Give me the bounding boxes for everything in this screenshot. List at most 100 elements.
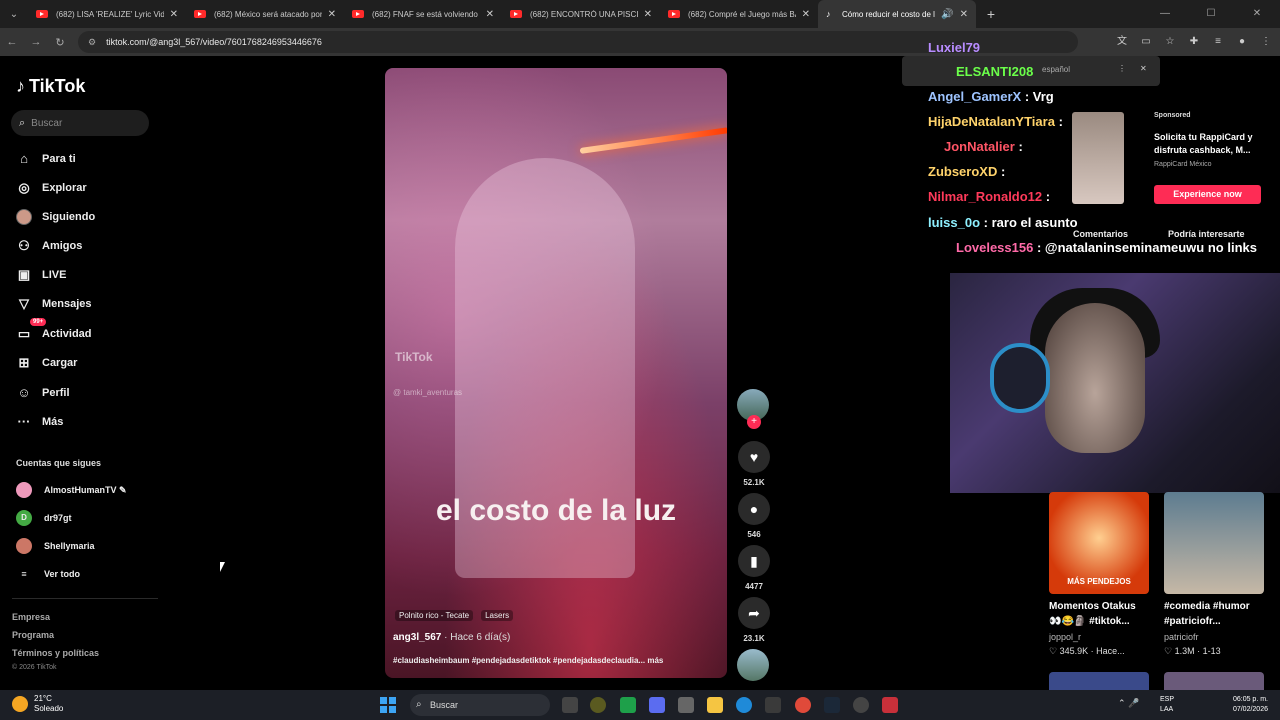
search-input[interactable]: ⌕ Buscar: [11, 110, 149, 136]
copilot-icon[interactable]: [649, 697, 665, 713]
maximize-icon[interactable]: ☐: [1188, 0, 1234, 28]
browser-tab[interactable]: (682) FNAF se está volviendo B ✕: [344, 0, 502, 28]
suggested-video-title[interactable]: #comedia #humor: [1164, 599, 1250, 614]
browser-tab-active[interactable]: ♪ Cómo reducir el costo de la 🔊 ✕: [818, 0, 976, 28]
music-disc-avatar[interactable]: [737, 649, 769, 681]
tiktok-logo[interactable]: ♪ TikTok: [16, 76, 85, 97]
footer-link[interactable]: Programa: [12, 630, 54, 640]
chat-message: HijaDeNatalanYTiara :: [928, 114, 1063, 129]
ad-thumbnail[interactable]: [1072, 112, 1124, 204]
suggested-video-thumbnail[interactable]: MÁS PENDEJOS: [1049, 492, 1149, 594]
clock[interactable]: 06:05 p. m. 07/02/2026: [1233, 695, 1268, 715]
nav-explorar[interactable]: ◎ Explorar: [16, 180, 86, 196]
suggested-video-title[interactable]: Momentos Otakus: [1049, 599, 1136, 614]
edge-icon[interactable]: [736, 697, 752, 713]
nav-perfil[interactable]: ☺ Perfil: [16, 385, 69, 400]
suggested-video-thumbnail[interactable]: [1164, 492, 1264, 594]
windows-start-icon[interactable]: [380, 697, 396, 713]
nav-amigos[interactable]: ⚇ Amigos: [16, 238, 82, 254]
menu-icon[interactable]: ⋮: [1258, 34, 1274, 50]
suggested-video-thumbnail[interactable]: [1049, 672, 1149, 690]
nav-mensajes[interactable]: ▽ Mensajes: [16, 296, 92, 312]
app-icon[interactable]: [882, 697, 898, 713]
footer-link[interactable]: Términos y políticas: [12, 648, 99, 658]
close-icon[interactable]: ✕: [1140, 64, 1147, 73]
home-icon: ⌂: [20, 151, 28, 166]
close-tab-icon[interactable]: ✕: [170, 9, 178, 20]
browser-tab-strip: ⌄ (682) LISA 'REALIZE' Lyric Video ✕ (682…: [0, 0, 1280, 28]
footer-link[interactable]: Empresa: [12, 612, 50, 622]
app-icon[interactable]: [620, 697, 636, 713]
follow-plus-icon[interactable]: +: [747, 415, 761, 429]
nav-actividad[interactable]: ▭ 99+ Actividad: [16, 318, 92, 342]
see-all-link[interactable]: ≡ Ver todo: [16, 569, 80, 579]
translate-icon[interactable]: 文: [1114, 34, 1130, 50]
store-icon[interactable]: [678, 697, 694, 713]
forward-icon[interactable]: →: [24, 36, 48, 48]
browser-tab[interactable]: (682) ENCONTRÓ UNA PISCINA✕: [502, 0, 660, 28]
chat-message: Loveless156 : @natalaninseminameuwu no l…: [956, 240, 1257, 255]
video-player[interactable]: TikTok @ tamki_aventuras el costo de la …: [385, 68, 727, 678]
new-tab-button[interactable]: +: [976, 6, 1006, 22]
back-icon[interactable]: ←: [0, 36, 24, 48]
nav-para-ti[interactable]: ⌂ Para ti: [16, 151, 76, 166]
app-icon[interactable]: [853, 697, 869, 713]
browser-tab[interactable]: (682) México será atacado por ✕: [186, 0, 344, 28]
video-author[interactable]: ang3l_567 · Hace 6 día(s): [393, 632, 510, 643]
following-account[interactable]: Ddr97gt: [16, 510, 72, 526]
file-explorer-icon[interactable]: [707, 697, 723, 713]
reading-list-icon[interactable]: ≡: [1210, 34, 1226, 50]
following-account[interactable]: AlmostHumanTV ✎: [16, 482, 127, 498]
browser-tab[interactable]: (682) LISA 'REALIZE' Lyric Video ✕: [28, 0, 186, 28]
effect-tag[interactable]: Lasers: [481, 610, 514, 621]
app-icon[interactable]: [590, 697, 606, 713]
extensions-icon[interactable]: ✚: [1186, 34, 1202, 50]
task-view-icon[interactable]: [562, 697, 578, 713]
suggested-video-user[interactable]: joppol_r: [1049, 632, 1081, 642]
comment-button[interactable]: ● 546: [737, 493, 771, 539]
close-tab-icon[interactable]: ✕: [802, 9, 810, 20]
ad-cta-button[interactable]: Experience now: [1154, 185, 1261, 204]
suggested-video-user[interactable]: patriciofr: [1164, 632, 1199, 642]
tab-related[interactable]: Podría interesarte: [1168, 229, 1245, 239]
tiktok-icon: ♪: [16, 76, 25, 96]
weather-widget[interactable]: 21°C Soleado: [12, 694, 63, 714]
more-link[interactable]: más: [647, 656, 663, 665]
nav-siguiendo[interactable]: Siguiendo: [16, 209, 95, 225]
browser-tab[interactable]: (682) Compré el Juego más BAR ✕: [660, 0, 818, 28]
close-tab-icon[interactable]: ✕: [328, 9, 336, 20]
profile-icon[interactable]: ●: [1234, 34, 1250, 50]
close-tab-icon[interactable]: ✕: [960, 9, 968, 20]
nav-cargar[interactable]: ⊞ Cargar: [16, 355, 78, 371]
close-tab-icon[interactable]: ✕: [486, 9, 494, 20]
ad-title[interactable]: Solicita tu RappiCard y disfruta cashbac…: [1154, 131, 1266, 157]
taskbar-search[interactable]: ⌕ Buscar: [410, 694, 550, 716]
share-icon: ➦: [738, 597, 770, 629]
close-tab-icon[interactable]: ✕: [644, 9, 652, 20]
cast-icon[interactable]: ▭: [1138, 34, 1154, 50]
minimize-icon[interactable]: —: [1142, 0, 1188, 28]
close-window-icon[interactable]: ✕: [1234, 0, 1280, 28]
heart-icon: ♥: [738, 441, 770, 473]
tab-comments[interactable]: Comentarios: [1073, 229, 1128, 239]
nav-live[interactable]: ▣ LIVE: [16, 267, 67, 283]
share-button[interactable]: ➦ 23.1K: [737, 597, 771, 643]
language-indicator[interactable]: ESP LAA: [1160, 695, 1174, 715]
app-icon[interactable]: [765, 697, 781, 713]
tab-search-icon[interactable]: ⌄: [0, 9, 28, 20]
chrome-icon[interactable]: [795, 697, 811, 713]
like-button[interactable]: ♥ 52.1K: [737, 441, 771, 487]
music-tag[interactable]: Polnito rico - Tecate: [395, 610, 474, 621]
nav-mas[interactable]: ··· Más: [16, 414, 64, 429]
youtube-icon: [510, 10, 522, 18]
site-info-icon[interactable]: ⚙: [88, 37, 96, 48]
reload-icon[interactable]: ↻: [48, 36, 72, 49]
steam-icon[interactable]: [824, 697, 840, 713]
following-account[interactable]: Shellymaria: [16, 538, 95, 554]
tray-icons[interactable]: ⌃ 🎤: [1118, 698, 1139, 709]
save-button[interactable]: ▮ 4477: [737, 545, 771, 591]
suggested-video-thumbnail[interactable]: [1164, 672, 1264, 690]
bookmark-star-icon[interactable]: ☆: [1162, 34, 1178, 50]
more-icon[interactable]: ⋮: [1118, 64, 1126, 73]
speaker-icon[interactable]: 🔊: [941, 9, 953, 20]
